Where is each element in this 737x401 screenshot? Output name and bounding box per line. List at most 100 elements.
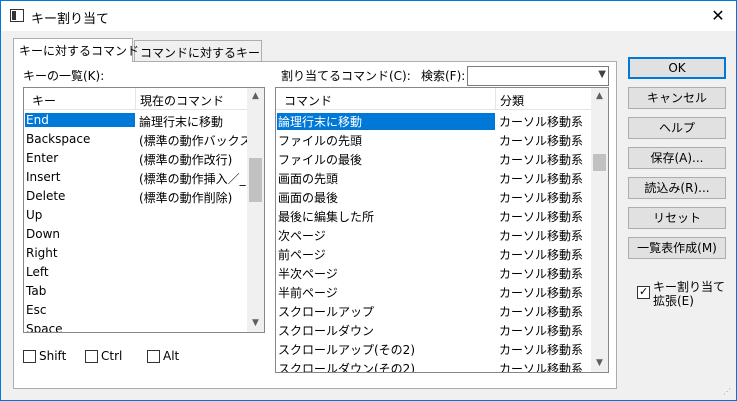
key-list-row[interactable]: Backspace (標準の動作バックス [24,130,248,149]
key-list-row[interactable]: Left [24,263,248,282]
extend-label-line2: 拡張(E) [653,294,694,308]
command-list-row[interactable]: スクロールダウン(その2) カーソル移動系 [276,358,592,373]
command-list-header: コマンド 分類 [276,88,608,110]
extend-checkbox[interactable] [637,285,650,299]
command-list-row[interactable]: スクロールアップ カーソル移動系 [276,301,592,320]
command-list-row[interactable]: 論理行末に移動 カーソル移動系 [276,111,592,130]
key-cell: Backspace [26,132,91,146]
key-cell: Up [26,208,43,222]
tab-key-to-command[interactable]: キーに対するコマンド [13,38,139,62]
help-button[interactable]: ヘルプ [628,117,726,139]
category-cell: カーソル移動系 [499,267,584,281]
key-cell: Enter [26,151,59,165]
category-cell: カーソル移動系 [499,362,584,373]
key-cell: Tab [26,284,47,298]
key-cell: Right [26,246,58,260]
resize-grip-icon[interactable]: ⋰ [723,387,733,397]
category-cell: カーソル移動系 [499,115,584,129]
category-cell: カーソル移動系 [499,191,584,205]
category-cell: カーソル移動系 [499,286,584,300]
column-header-command[interactable]: コマンド [284,92,332,109]
category-cell: カーソル移動系 [499,248,584,262]
scroll-thumb[interactable] [593,154,606,171]
current-command-cell: (標準の動作バックス [139,134,247,148]
tab-command-to-key[interactable]: コマンドに対するキー [134,40,262,62]
key-cell: Left [26,265,49,279]
command-list-row[interactable]: 画面の先頭 カーソル移動系 [276,168,592,187]
chevron-down-icon[interactable]: ▼ [598,69,606,80]
close-button[interactable]: ✕ [700,1,736,31]
save-button[interactable]: 保存(A)... [628,147,726,169]
command-cell: スクロールダウン [278,324,375,338]
column-header-category[interactable]: 分類 [500,92,524,109]
title-bar: キー割り当て ✕ [1,1,736,31]
window-title: キー割り当て [31,12,110,27]
key-list-row[interactable]: End 論理行末に移動 [24,111,248,130]
command-list-row[interactable]: 前ページ カーソル移動系 [276,244,592,263]
command-cell: 画面の先頭 [278,172,339,186]
key-list-row[interactable]: Right [24,244,248,263]
key-list-row[interactable]: Tab [24,282,248,301]
current-command-cell: (標準の動作改行) [139,153,233,167]
command-cell: 半次ページ [278,267,338,281]
key-cell: Esc [26,303,47,317]
category-cell: カーソル移動系 [499,324,584,338]
command-list-row[interactable]: 画面の最後 カーソル移動系 [276,187,592,206]
command-cell: スクロールダウン(その2) [278,362,415,373]
scroll-up-arrow-icon[interactable]: ▲ [247,88,264,105]
app-icon [10,9,24,22]
command-listbox[interactable]: コマンド 分類 論理行末に移動 カーソル移動系 ファイルの先頭 カーソル移動系 ファイル… [275,87,609,373]
category-cell: カーソル移動系 [499,210,584,224]
key-list-row[interactable]: Enter (標準の動作改行) [24,149,248,168]
alt-checkbox[interactable] [147,350,160,363]
list-create-button[interactable]: 一覧表作成(M) [628,237,726,259]
cancel-button[interactable]: キャンセル [628,87,726,109]
command-list-row[interactable]: 最後に編集した所 カーソル移動系 [276,206,592,225]
category-cell: カーソル移動系 [499,153,584,167]
command-list-row[interactable]: ファイルの先頭 カーソル移動系 [276,130,592,149]
category-cell: カーソル移動系 [499,343,584,357]
ok-button[interactable]: OK [628,57,726,79]
scroll-thumb[interactable] [249,158,262,202]
command-list-row[interactable]: スクロールアップ(その2) カーソル移動系 [276,339,592,358]
shift-checkbox[interactable] [23,350,36,363]
command-list-scrollbar[interactable]: ▲ ▼ [591,88,608,372]
command-list-row[interactable]: スクロールダウン カーソル移動系 [276,320,592,339]
command-list-row[interactable]: ファイルの最後 カーソル移動系 [276,149,592,168]
command-cell: 半前ページ [278,286,338,300]
command-cell: 前ページ [278,248,326,262]
search-input[interactable] [468,67,588,85]
category-cell: カーソル移動系 [499,134,584,148]
command-cell: 次ページ [278,229,326,243]
category-cell: カーソル移動系 [499,172,584,186]
command-list-row[interactable]: 半前ページ カーソル移動系 [276,282,592,301]
alt-label: Alt [163,349,180,363]
command-cell: スクロールアップ [278,305,375,319]
scroll-down-arrow-icon[interactable]: ▼ [247,315,264,332]
column-header-key[interactable]: キー [32,92,56,109]
key-listbox[interactable]: キー 現在のコマンド End 論理行末に移動 Backspace (標準の動作バックス… [23,87,265,333]
command-cell: 最後に編集した所 [278,210,375,224]
key-list-scrollbar[interactable]: ▲ ▼ [247,88,264,332]
key-list-label: キーの一覧(K): [23,69,105,83]
reset-button[interactable]: リセット [628,207,726,229]
key-list-row[interactable]: Delete (標準の動作削除) [24,187,248,206]
column-header-current-command[interactable]: 現在のコマンド [140,92,224,109]
key-list-row[interactable]: Up [24,206,248,225]
key-list-row[interactable]: Insert (標準の動作挿入／_ [24,168,248,187]
key-cell: Down [26,227,61,241]
ctrl-checkbox[interactable] [85,350,98,363]
key-list-row[interactable]: Space [24,320,248,332]
scroll-down-arrow-icon[interactable]: ▼ [591,355,608,372]
scroll-up-arrow-icon[interactable]: ▲ [591,88,608,105]
key-list-row[interactable]: Down [24,225,248,244]
command-cell: ファイルの先頭 [278,134,363,148]
shift-label: Shift [39,349,67,363]
command-list-row[interactable]: 半次ページ カーソル移動系 [276,263,592,282]
search-combobox[interactable]: ▼ [467,66,609,86]
command-cell: 画面の最後 [278,191,339,205]
key-list-row[interactable]: Esc [24,301,248,320]
key-list-header: キー 現在のコマンド [24,88,264,110]
load-button[interactable]: 読込み(R)... [628,177,726,199]
command-list-row[interactable]: 次ページ カーソル移動系 [276,225,592,244]
